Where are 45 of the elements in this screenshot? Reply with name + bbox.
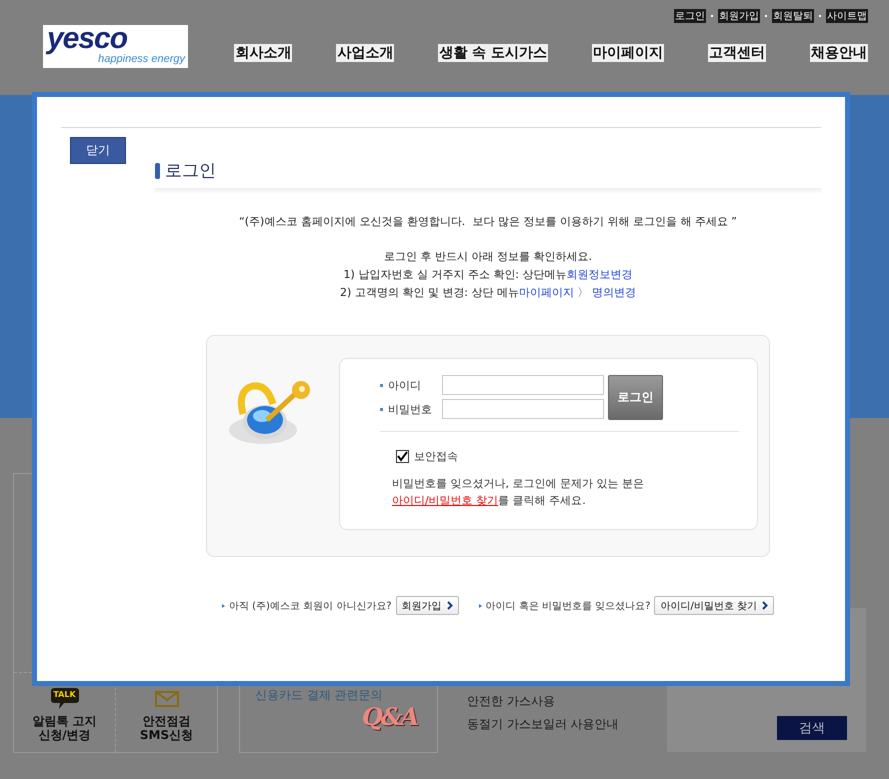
top-link[interactable]: 로그인 <box>674 9 706 23</box>
notice-text: 2) 고객명의 확인 및 변경: 상단 메뉴 <box>340 286 519 299</box>
bullet-icon <box>222 604 225 608</box>
login-button[interactable]: 로그인 <box>608 375 663 420</box>
notice-text: 1) 납입자번호 실 거주지 주소 확인: 상단메뉴 <box>344 268 566 281</box>
find-account-link[interactable]: 아이디/비밀번호 찾기 <box>392 494 498 507</box>
yesco-logo[interactable]: yesco happiness energy <box>43 25 188 68</box>
title-marker-icon <box>155 162 160 178</box>
footer-button[interactable]: 아이디/비밀번호 찾기 <box>654 596 774 615</box>
welcome-message: “(주)예스코 홈페이지에 오신것을 환영합니다. 보다 많은 정보를 이용하기 위해 로그인을 해 주세요 ” <box>239 214 737 229</box>
notice-link[interactable]: 회원정보변경 <box>566 268 632 281</box>
top-link[interactable]: 회원가입 <box>718 9 760 23</box>
dialog-title: 로그인 <box>165 160 216 182</box>
guide-link[interactable]: 동절기 가스보일러 사용안내 <box>467 716 659 733</box>
footer-button[interactable]: 회원가입 <box>396 596 459 615</box>
nav-item[interactable]: 생활 속 도시가스 <box>438 44 548 62</box>
field-label: 아이디 <box>388 378 422 392</box>
quick-link[interactable]: 안전점검 SMS신청 <box>140 714 194 742</box>
close-button[interactable]: 닫기 <box>70 137 126 164</box>
checkbox-label: 보안접속 <box>414 449 458 464</box>
input-field[interactable] <box>442 375 604 395</box>
help-text: 비밀번호를 잊으셨거나, 로그인에 문제가 있는 분은 아이디/비밀번호 찾기를 클릭해 주세요. <box>392 476 645 509</box>
talk-bubble-icon <box>50 688 80 710</box>
footer-question: 아직 (주)예스코 회원이 아니신가요? <box>228 600 392 612</box>
top-link[interactable]: 사이트맵 <box>826 9 868 23</box>
search-button[interactable]: 검색 <box>777 716 847 740</box>
notice-heading: 로그인 후 반드시 아래 정보를 확인하세요. <box>384 249 592 264</box>
qa-drawing: Q&A <box>362 702 418 731</box>
chevron-icon <box>762 601 768 610</box>
field-label: 비밀번호 <box>388 402 433 416</box>
talk-label: TALK <box>52 690 77 700</box>
nav-item[interactable]: 회사소개 <box>234 44 292 62</box>
top-link[interactable]: 회원탈퇴 <box>772 9 814 23</box>
chevron-icon <box>446 601 453 610</box>
guide-link[interactable]: 안전한 가스사용 <box>467 693 659 710</box>
input-field[interactable] <box>442 399 604 419</box>
quick-link[interactable]: 알림톡 고지 신청/변경 <box>32 714 97 742</box>
nav-item[interactable]: 채용안내 <box>810 44 868 62</box>
checkbox[interactable] <box>396 450 409 463</box>
notice-link[interactable]: 마이페이지 〉 명의변경 <box>518 286 636 299</box>
nav-item[interactable]: 마이페이지 <box>592 44 664 62</box>
nav-item[interactable]: 고객센터 <box>708 44 766 62</box>
bullet-icon <box>478 604 482 608</box>
nav-item[interactable]: 사업소개 <box>336 44 394 62</box>
footer-question: 아이디 혹은 비밀번호를 잊으셨나요? <box>486 600 650 612</box>
